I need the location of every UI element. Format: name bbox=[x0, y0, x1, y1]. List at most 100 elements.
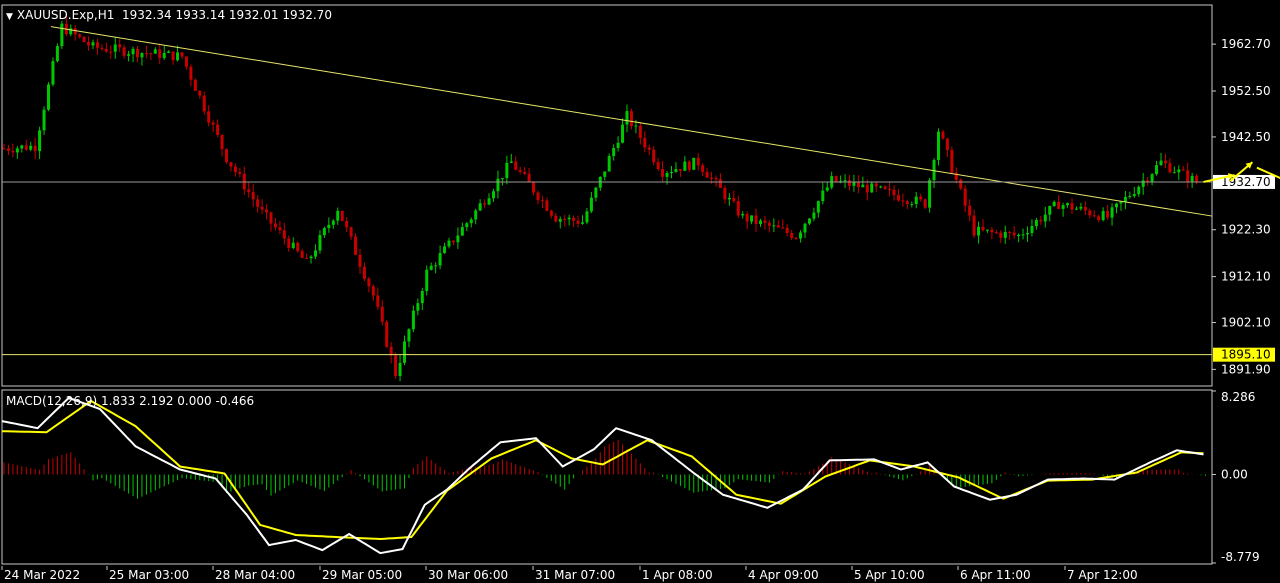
candle-body bbox=[687, 161, 691, 170]
candle-body bbox=[812, 212, 816, 219]
candle-body bbox=[759, 220, 762, 224]
candle-body bbox=[113, 44, 117, 52]
time-tick-label: 25 Mar 03:00 bbox=[109, 568, 189, 582]
candle-body bbox=[104, 48, 108, 52]
candle-body bbox=[238, 172, 242, 174]
candle-body bbox=[1061, 205, 1065, 209]
candle-body bbox=[1088, 210, 1092, 216]
candle-body bbox=[1012, 232, 1016, 236]
candle-body bbox=[118, 44, 122, 48]
candle-body bbox=[29, 145, 33, 150]
candle-body bbox=[1190, 175, 1194, 182]
candle-body bbox=[1172, 172, 1176, 174]
candle-body bbox=[745, 214, 749, 222]
candle-body bbox=[647, 147, 651, 150]
price-tick-label: 1952.50 bbox=[1221, 84, 1271, 98]
candle-body bbox=[665, 173, 669, 177]
candle-body bbox=[314, 250, 317, 257]
symbol-label: XAUUSD.Exp,H1 bbox=[16, 8, 115, 22]
candle-body bbox=[180, 52, 184, 57]
candle-body bbox=[1119, 201, 1123, 204]
candle-body bbox=[362, 266, 366, 279]
candle-body bbox=[340, 210, 344, 221]
time-tick-label: 24 Mar 2022 bbox=[4, 568, 80, 582]
candle-body bbox=[1079, 206, 1083, 209]
macd-chart[interactable]: 8.286 0.00 -8.779 bbox=[0, 388, 1280, 566]
candle-body bbox=[451, 240, 455, 243]
candle-body bbox=[496, 178, 500, 192]
candle-body bbox=[656, 162, 660, 170]
candle-body bbox=[816, 201, 820, 213]
candle-body bbox=[977, 226, 981, 236]
candle-body bbox=[140, 53, 144, 58]
candle-body bbox=[968, 205, 972, 216]
candle-body bbox=[509, 161, 513, 163]
candle-body bbox=[278, 227, 282, 231]
candle-body bbox=[772, 225, 776, 227]
candle-body bbox=[1057, 201, 1061, 209]
candle-body bbox=[1177, 169, 1181, 173]
candle-body bbox=[309, 256, 313, 259]
candle-body bbox=[51, 61, 55, 85]
candle-body bbox=[1163, 160, 1167, 164]
candle-body bbox=[95, 42, 99, 48]
candle-body bbox=[652, 149, 656, 163]
candle-body bbox=[189, 66, 193, 80]
candle-body bbox=[888, 188, 892, 190]
support-level-label: 1895.10 bbox=[1221, 348, 1271, 362]
candle-body bbox=[518, 169, 522, 172]
dropdown-triangle-icon[interactable]: ▼ bbox=[6, 12, 13, 22]
candle-body bbox=[1115, 203, 1118, 208]
candle-body bbox=[456, 235, 460, 243]
candle-body bbox=[603, 171, 607, 177]
price-tick-label: 1942.50 bbox=[1221, 130, 1271, 144]
candle-body bbox=[1070, 203, 1074, 210]
candle-body bbox=[78, 34, 82, 37]
candle-body bbox=[349, 227, 353, 237]
candle-body bbox=[434, 265, 438, 267]
candle-body bbox=[443, 246, 447, 254]
candle-body bbox=[15, 148, 19, 153]
candle-body bbox=[460, 227, 464, 236]
candle-body bbox=[718, 179, 722, 188]
time-tick-label: 5 Apr 10:00 bbox=[854, 568, 925, 582]
candle-body bbox=[336, 210, 340, 221]
candle-body bbox=[33, 145, 37, 152]
candle-body bbox=[122, 47, 126, 56]
price-chart[interactable]: 1962.70 1952.50 1942.50 1922.30 1912.10 1902.… bbox=[0, 0, 1280, 388]
candle-body bbox=[256, 199, 260, 207]
candle-body bbox=[856, 182, 860, 188]
time-tick-label: 7 Apr 12:00 bbox=[1067, 568, 1138, 582]
candle-body bbox=[60, 23, 64, 47]
macd-tick-label: -8.779 bbox=[1221, 550, 1260, 564]
candle-body bbox=[229, 162, 233, 167]
candle-body bbox=[273, 223, 277, 228]
candle-body bbox=[478, 203, 482, 211]
candle-body bbox=[928, 180, 932, 208]
candle-body bbox=[394, 355, 398, 376]
candle-body bbox=[763, 220, 767, 223]
candle-body bbox=[411, 310, 415, 330]
candle-body bbox=[6, 148, 10, 151]
candle-body bbox=[1017, 234, 1021, 236]
candle-body bbox=[322, 228, 326, 236]
candle-body bbox=[55, 46, 59, 62]
candle-body bbox=[291, 242, 295, 248]
candle-body bbox=[1101, 210, 1105, 221]
candle-body bbox=[447, 240, 451, 247]
candle-body bbox=[162, 52, 166, 59]
candle-body bbox=[1181, 169, 1185, 171]
candle-body bbox=[674, 169, 678, 172]
candle-body bbox=[589, 197, 593, 212]
candle-body bbox=[11, 150, 15, 153]
candle-body bbox=[260, 206, 264, 210]
candle-body bbox=[296, 242, 300, 252]
candle-body bbox=[82, 36, 86, 42]
candle-body bbox=[247, 189, 251, 193]
candle-body bbox=[1092, 215, 1096, 217]
candle-body bbox=[1030, 226, 1034, 233]
candle-body bbox=[300, 251, 304, 258]
candle-body bbox=[233, 166, 237, 173]
candle-body bbox=[483, 203, 487, 205]
candle-body bbox=[950, 150, 954, 173]
